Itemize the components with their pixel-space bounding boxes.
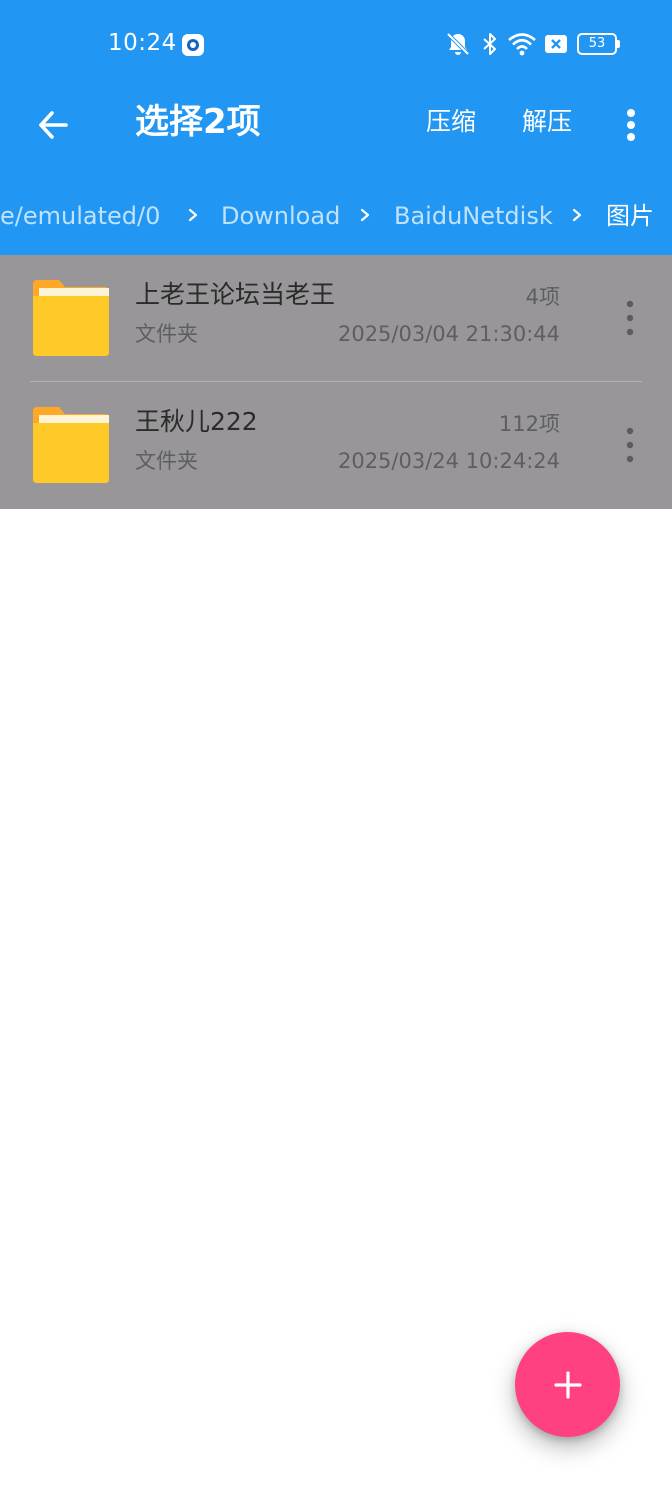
more-vertical-icon xyxy=(627,109,635,141)
compress-button[interactable]: 压缩 xyxy=(426,105,476,139)
battery-level: 53 xyxy=(577,33,617,55)
plus-icon xyxy=(553,1370,582,1399)
list-item[interactable]: 上老王论坛当老王 文件夹 4项 2025/03/04 21:30:44 xyxy=(0,255,672,382)
item-count: 4项 xyxy=(525,285,560,309)
file-type: 文件夹 xyxy=(135,449,198,473)
file-list: 上老王论坛当老王 文件夹 4项 2025/03/04 21:30:44 王秋儿2… xyxy=(0,255,672,509)
add-fab-button[interactable] xyxy=(515,1332,620,1437)
item-count: 112项 xyxy=(498,412,560,436)
folder-icon xyxy=(33,280,109,356)
more-vertical-icon xyxy=(626,427,634,463)
file-type: 文件夹 xyxy=(135,322,198,346)
more-options-button[interactable] xyxy=(612,102,650,148)
sim-x-icon xyxy=(545,35,567,53)
chevron-right-icon xyxy=(188,208,198,222)
folder-icon xyxy=(33,407,109,483)
bell-off-icon xyxy=(446,32,470,56)
chevron-right-icon xyxy=(572,208,582,222)
wifi-icon xyxy=(508,33,536,56)
breadcrumb: e/emulated/0 Download BaiduNetdisk 图片 xyxy=(0,190,672,242)
file-name: 上老王论坛当老王 xyxy=(135,280,336,309)
status-bar: 10:24 53 xyxy=(0,0,672,90)
file-manager-screen: 10:24 53 选择2项 压缩 解压 e/emulated/0 Downloa… xyxy=(0,0,672,1500)
bluetooth-icon xyxy=(483,33,496,55)
item-menu-button[interactable] xyxy=(616,295,644,341)
battery-icon: 53 xyxy=(577,33,621,55)
breadcrumb-item-emulated[interactable]: e/emulated/0 xyxy=(0,200,160,232)
app-notification-icon xyxy=(182,34,204,56)
chevron-right-icon xyxy=(360,208,370,222)
breadcrumb-item-current[interactable]: 图片 xyxy=(606,200,654,232)
status-time: 10:24 xyxy=(108,30,177,56)
more-vertical-icon xyxy=(626,300,634,336)
file-name: 王秋儿222 xyxy=(135,407,258,436)
selection-title: 选择2项 xyxy=(135,102,261,142)
arrow-left-icon xyxy=(39,111,68,139)
breadcrumb-item-baidunetdisk[interactable]: BaiduNetdisk xyxy=(394,200,553,232)
modified-date: 2025/03/04 21:30:44 xyxy=(337,322,560,346)
app-header: 10:24 53 选择2项 压缩 解压 e/emulated/0 Downloa… xyxy=(0,0,672,255)
modified-date: 2025/03/24 10:24:24 xyxy=(337,449,560,473)
breadcrumb-item-download[interactable]: Download xyxy=(221,200,340,232)
list-item[interactable]: 王秋儿222 文件夹 112项 2025/03/24 10:24:24 xyxy=(0,382,672,508)
item-menu-button[interactable] xyxy=(616,422,644,468)
extract-button[interactable]: 解压 xyxy=(522,105,572,139)
back-button[interactable] xyxy=(30,102,76,148)
toolbar: 选择2项 压缩 解压 xyxy=(0,90,672,162)
